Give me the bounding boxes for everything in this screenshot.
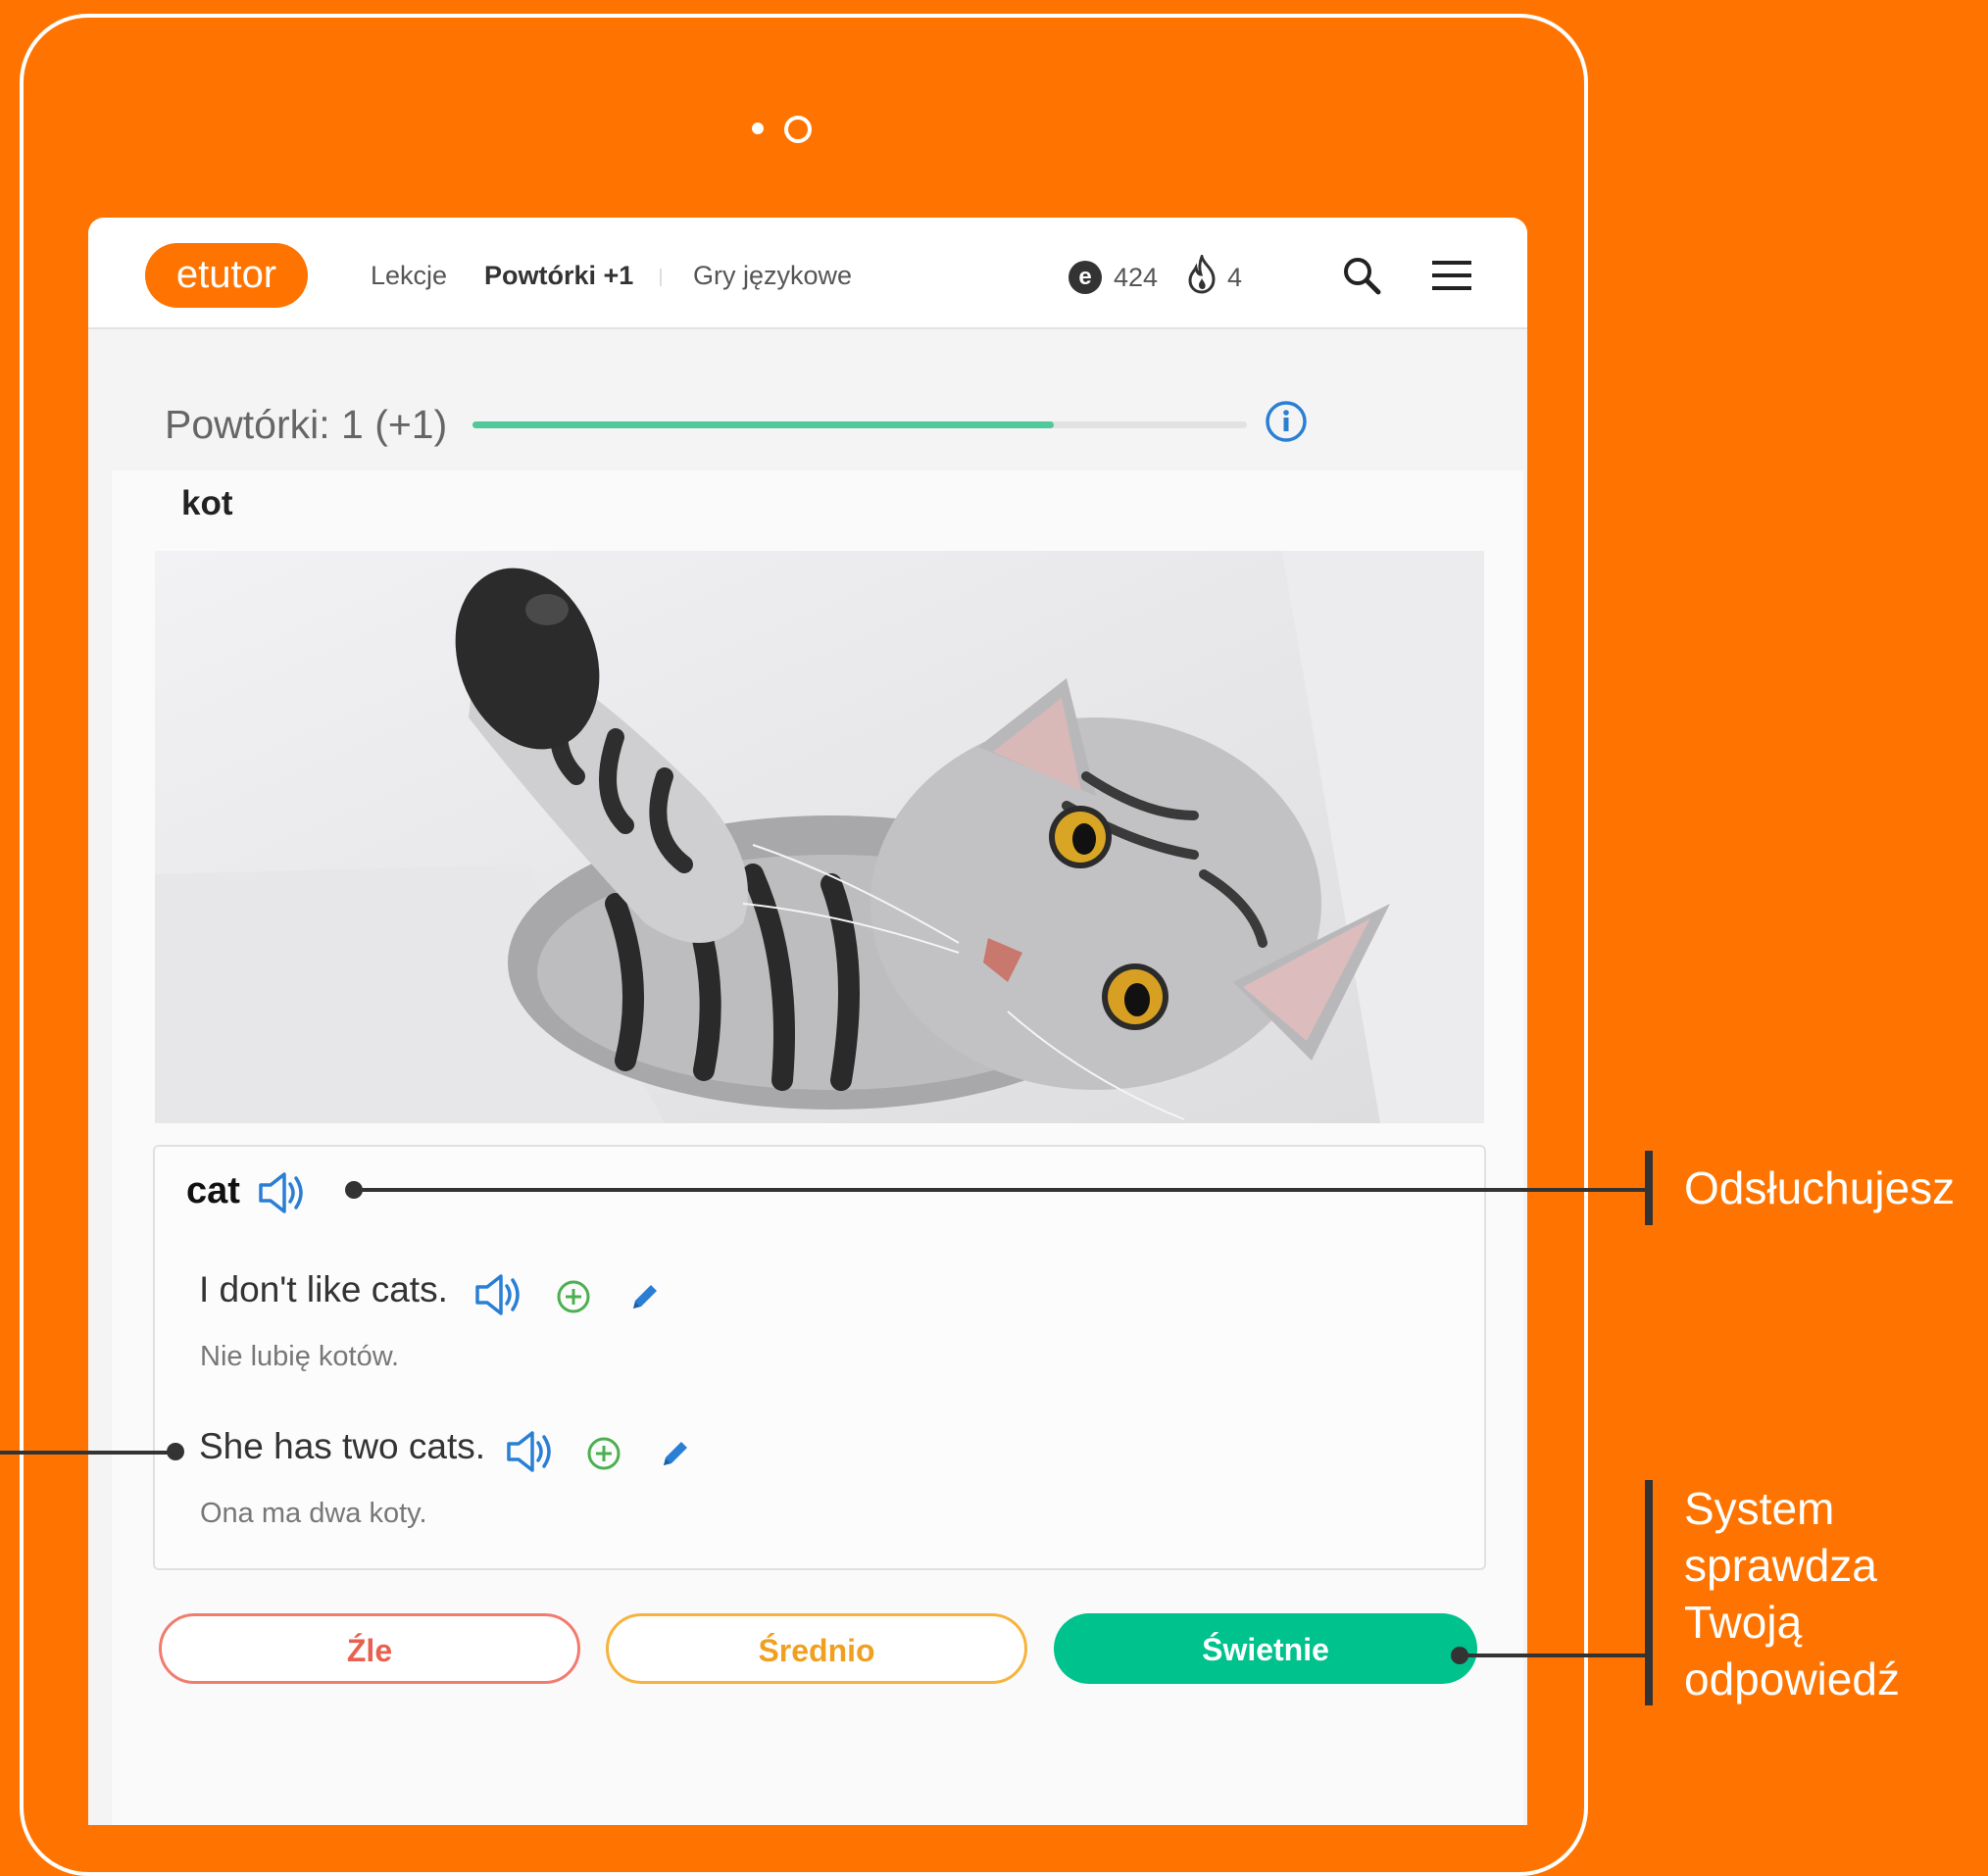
search-icon[interactable] bbox=[1341, 255, 1382, 296]
medium-button[interactable]: Średnio bbox=[606, 1613, 1027, 1684]
edit-pencil-icon[interactable] bbox=[660, 1438, 691, 1469]
nav-language-games[interactable]: Gry językowe bbox=[693, 261, 852, 291]
hamburger-menu-icon[interactable] bbox=[1431, 259, 1472, 292]
callout-check-text: System sprawdza Twoją odpowiedź bbox=[1684, 1480, 1900, 1707]
callout-line bbox=[1459, 1654, 1649, 1657]
add-plus-icon[interactable] bbox=[556, 1279, 591, 1314]
bad-button[interactable]: Źle bbox=[159, 1613, 580, 1684]
example-translation: Ona ma dwa koty. bbox=[200, 1498, 427, 1529]
edit-pencil-icon[interactable] bbox=[629, 1281, 661, 1312]
example-sentence: She has two cats. bbox=[199, 1426, 486, 1466]
callout-line bbox=[0, 1451, 173, 1455]
callout-dot bbox=[167, 1443, 184, 1460]
english-word: cat bbox=[186, 1170, 240, 1211]
callout-bar bbox=[1645, 1480, 1653, 1705]
callout-check-line: System bbox=[1684, 1483, 1835, 1534]
top-navbar: etutor Lekcje Powtórki +1 Gry językowe e… bbox=[88, 218, 1527, 329]
etutor-logo[interactable]: etutor bbox=[145, 243, 308, 308]
example-sentence: I don't like cats. bbox=[199, 1269, 448, 1309]
nav-lessons[interactable]: Lekcje bbox=[371, 261, 447, 291]
add-plus-icon[interactable] bbox=[586, 1436, 621, 1471]
info-icon[interactable] bbox=[1265, 400, 1308, 443]
speaker-icon[interactable] bbox=[473, 1272, 524, 1317]
progress-label: Powtórki: 1 (+1) bbox=[165, 402, 448, 447]
callout-check-line: Twoją bbox=[1684, 1597, 1803, 1648]
progress-bar-fill bbox=[472, 421, 1054, 428]
app-screen: etutor Lekcje Powtórki +1 Gry językowe e… bbox=[88, 218, 1527, 1825]
nav-reviews[interactable]: Powtórki +1 bbox=[484, 261, 633, 291]
camera-dot bbox=[752, 123, 764, 134]
coin-icon: e bbox=[1069, 261, 1102, 294]
speaker-icon[interactable] bbox=[257, 1170, 308, 1215]
polish-word: kot bbox=[181, 484, 233, 522]
camera-lens bbox=[784, 116, 812, 143]
speaker-icon[interactable] bbox=[505, 1429, 556, 1474]
callout-listen-text: Odsłuchujesz bbox=[1684, 1162, 1956, 1213]
flame-icon bbox=[1188, 255, 1216, 294]
coins-count: 424 bbox=[1114, 263, 1159, 292]
great-button[interactable]: Świetnie bbox=[1054, 1613, 1477, 1684]
cat-photo bbox=[155, 551, 1484, 1123]
callout-bar bbox=[1645, 1151, 1653, 1225]
streak-count: 4 bbox=[1227, 263, 1243, 292]
cat-illustration bbox=[155, 551, 1484, 1123]
nav-separator bbox=[660, 269, 662, 286]
callout-check-line: odpowiedź bbox=[1684, 1654, 1900, 1704]
callout-line bbox=[353, 1188, 1649, 1192]
progress-bar bbox=[472, 421, 1247, 428]
example-translation: Nie lubię kotów. bbox=[200, 1341, 400, 1372]
callout-check-line: sprawdza bbox=[1684, 1540, 1877, 1591]
